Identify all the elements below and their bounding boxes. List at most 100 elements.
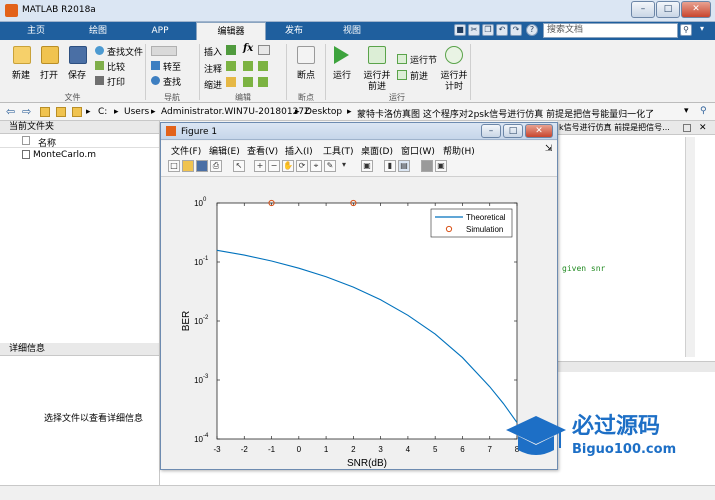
find-button[interactable]: 查找 xyxy=(163,75,181,88)
save-icon[interactable] xyxy=(69,46,87,64)
search-input[interactable]: 搜索文档 xyxy=(543,23,678,38)
menu-edit[interactable]: 编辑(E) xyxy=(209,144,240,157)
open-file-icon[interactable] xyxy=(182,160,194,172)
tab-publish[interactable]: 发布 xyxy=(266,22,322,40)
undo-icon[interactable]: ↶ xyxy=(496,24,508,36)
nav-back-forward-icon[interactable] xyxy=(151,46,177,56)
print-button[interactable]: 打印 xyxy=(107,75,125,88)
zoom-in-icon[interactable]: + xyxy=(254,160,266,172)
breakpoints-icon[interactable] xyxy=(297,46,315,64)
print-figure-icon[interactable]: ⎙ xyxy=(210,160,222,172)
brush-icon[interactable]: ✎ xyxy=(324,160,336,172)
find-file-icon xyxy=(95,46,104,55)
file-name[interactable]: MonteCarlo.m xyxy=(33,150,96,160)
save-button[interactable]: 保存 xyxy=(62,68,92,81)
goto-button[interactable]: 转至 xyxy=(163,60,181,73)
menu-view[interactable]: 查看(V) xyxy=(247,144,278,157)
advance-button[interactable]: 前进 xyxy=(410,69,428,82)
menu-dock-icon[interactable]: ⇲ xyxy=(545,144,553,154)
save-quick-icon[interactable]: ■ xyxy=(454,24,466,36)
list-item[interactable]: MonteCarlo.m xyxy=(0,148,159,162)
menu-insert[interactable]: 插入(I) xyxy=(285,144,313,157)
address-dropdown-icon[interactable]: ▾ xyxy=(684,106,689,116)
menu-file[interactable]: 文件(F) xyxy=(171,144,201,157)
parent-folder-icon[interactable] xyxy=(40,107,50,117)
data-cursor-icon[interactable]: ⌖ xyxy=(310,160,322,172)
breadcrumb-drive[interactable]: C: xyxy=(98,107,107,117)
zoom-out-icon[interactable]: − xyxy=(268,160,280,172)
increase-indent-icon[interactable] xyxy=(243,77,253,87)
collapse-ribbon-icon[interactable]: ▾ xyxy=(696,24,708,36)
open-button[interactable]: 打开 xyxy=(34,68,64,81)
tab-apps[interactable]: APP xyxy=(132,22,188,40)
insert-function-icon[interactable] xyxy=(258,45,270,55)
forward-arrow-icon[interactable]: ⇨ xyxy=(22,105,31,118)
search-folder-icon[interactable]: ⚲ xyxy=(700,106,707,116)
pan-hand-icon[interactable]: ✋ xyxy=(282,160,294,172)
hide-tools-icon[interactable] xyxy=(421,160,433,172)
search-icon[interactable]: ⚲ xyxy=(680,24,692,36)
wrap-comment-icon[interactable] xyxy=(258,61,268,71)
menu-window[interactable]: 窗口(W) xyxy=(401,144,435,157)
indent-button[interactable]: 缩进 xyxy=(204,78,222,91)
find-file-button[interactable]: 查找文件 xyxy=(107,45,143,58)
open-folder-icon[interactable] xyxy=(41,46,59,64)
breadcrumb-users[interactable]: Users xyxy=(124,107,149,117)
figure-close-button[interactable]: ✕ xyxy=(525,124,553,138)
browse-folder-icon[interactable] xyxy=(56,107,66,117)
new-file-icon[interactable] xyxy=(13,46,31,64)
run-button[interactable]: 运行 xyxy=(326,68,358,81)
tab-view[interactable]: 视图 xyxy=(324,22,380,40)
legend-icon[interactable]: ▤ xyxy=(398,160,410,172)
menu-help[interactable]: 帮助(H) xyxy=(443,144,475,157)
new-button[interactable]: 新建 xyxy=(6,68,36,81)
run-advance-icon[interactable] xyxy=(368,46,386,64)
menu-tools[interactable]: 工具(T) xyxy=(323,144,354,157)
colorbar-icon[interactable]: ▮ xyxy=(384,160,396,172)
new-figure-icon[interactable]: □ xyxy=(168,160,180,172)
editor-close-icon[interactable]: ✕ xyxy=(699,123,707,133)
uncomment-icon[interactable] xyxy=(243,61,253,71)
legend[interactable]: Theoretical Simulation xyxy=(430,208,513,238)
comment-button[interactable]: 注释 xyxy=(204,62,222,75)
breakpoints-button[interactable]: 断点 xyxy=(288,68,324,81)
figure-maximize-button[interactable]: □ xyxy=(503,124,523,138)
back-arrow-icon[interactable]: ⇦ xyxy=(6,105,15,118)
tab-editor[interactable]: 编辑器 xyxy=(196,22,266,40)
smart-indent-icon[interactable] xyxy=(226,77,236,87)
editor-undock-icon[interactable] xyxy=(683,124,691,132)
run-and-time-icon[interactable] xyxy=(445,46,463,64)
root-folder-icon[interactable] xyxy=(72,107,82,117)
tab-home[interactable]: 主页 xyxy=(8,22,64,40)
insert-section-icon[interactable] xyxy=(226,45,236,55)
cut-icon[interactable]: ✂ xyxy=(468,24,480,36)
tab-plots[interactable]: 绘图 xyxy=(70,22,126,40)
figure-minimize-button[interactable]: – xyxy=(481,124,501,138)
compare-button[interactable]: 比较 xyxy=(107,60,125,73)
redo-icon[interactable]: ↷ xyxy=(510,24,522,36)
help-icon[interactable]: ? xyxy=(526,24,538,36)
minimize-button[interactable]: – xyxy=(631,1,655,18)
link-plot-icon[interactable]: ▣ xyxy=(361,160,373,172)
show-tools-icon[interactable]: ▣ xyxy=(435,160,447,172)
run-section-button[interactable]: 运行节 xyxy=(410,53,437,66)
breadcrumb-folder[interactable]: 蒙特卡洛仿真图 这个程序对2psk信号进行仿真 前提是把信号能量归一化了 xyxy=(357,107,654,120)
select-arrow-icon[interactable]: ↖ xyxy=(233,160,245,172)
decrease-indent-icon[interactable] xyxy=(258,77,268,87)
insert-button[interactable]: 插入 xyxy=(204,45,222,58)
breadcrumb-user[interactable]: Administrator.WIN7U-20180127Z xyxy=(161,107,310,117)
run-icon[interactable] xyxy=(334,46,349,64)
brush-dropdown-icon[interactable]: ▾ xyxy=(338,160,350,172)
breadcrumb-desktop[interactable]: Desktop xyxy=(305,107,342,117)
close-button[interactable]: ✕ xyxy=(681,1,711,18)
editor-tab[interactable]: k信号进行仿真 前提是把信号... xyxy=(557,121,715,135)
fx-button[interactable]: fx xyxy=(243,43,253,54)
copy-icon[interactable]: ❐ xyxy=(482,24,494,36)
maximize-button[interactable]: □ xyxy=(656,1,680,18)
address-bar: ⇦ ⇨ ▸ C: ▸ Users ▸ Administrator.WIN7U-2… xyxy=(0,103,715,121)
menu-desktop[interactable]: 桌面(D) xyxy=(361,144,393,157)
editor-scrollbar[interactable] xyxy=(685,137,695,357)
save-figure-icon[interactable] xyxy=(196,160,208,172)
rotate-icon[interactable]: ⟳ xyxy=(296,160,308,172)
comment-icon[interactable] xyxy=(226,61,236,71)
